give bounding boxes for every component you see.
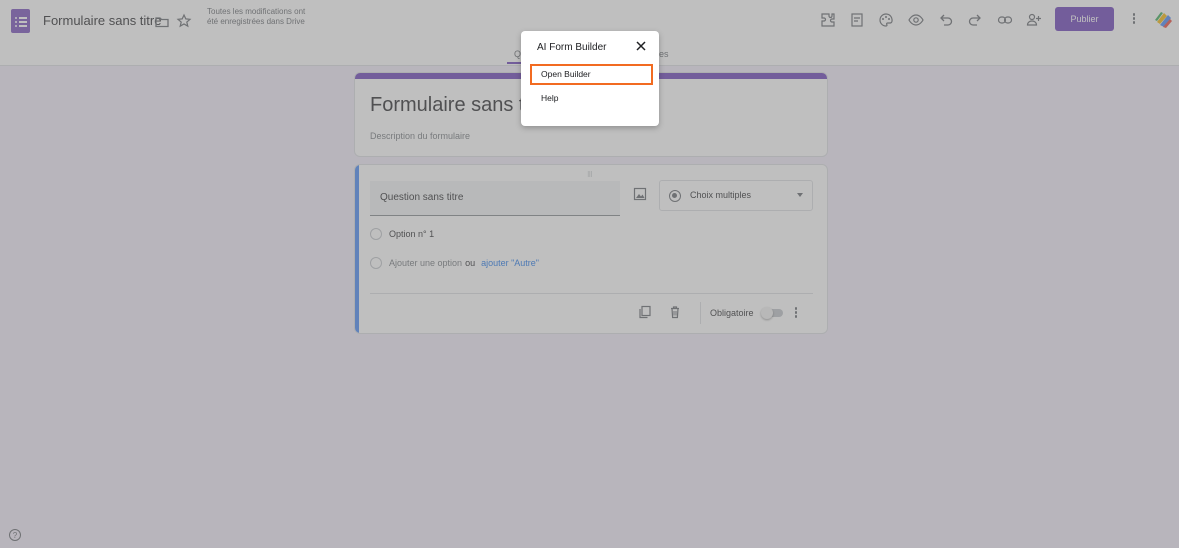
close-icon[interactable] [635,40,647,52]
ai-form-builder-menu: AI Form Builder Open Builder Help [521,31,659,126]
help-item[interactable]: Help [541,93,558,103]
menu-title: AI Form Builder [537,42,607,53]
open-builder-item[interactable]: Open Builder [541,69,591,79]
